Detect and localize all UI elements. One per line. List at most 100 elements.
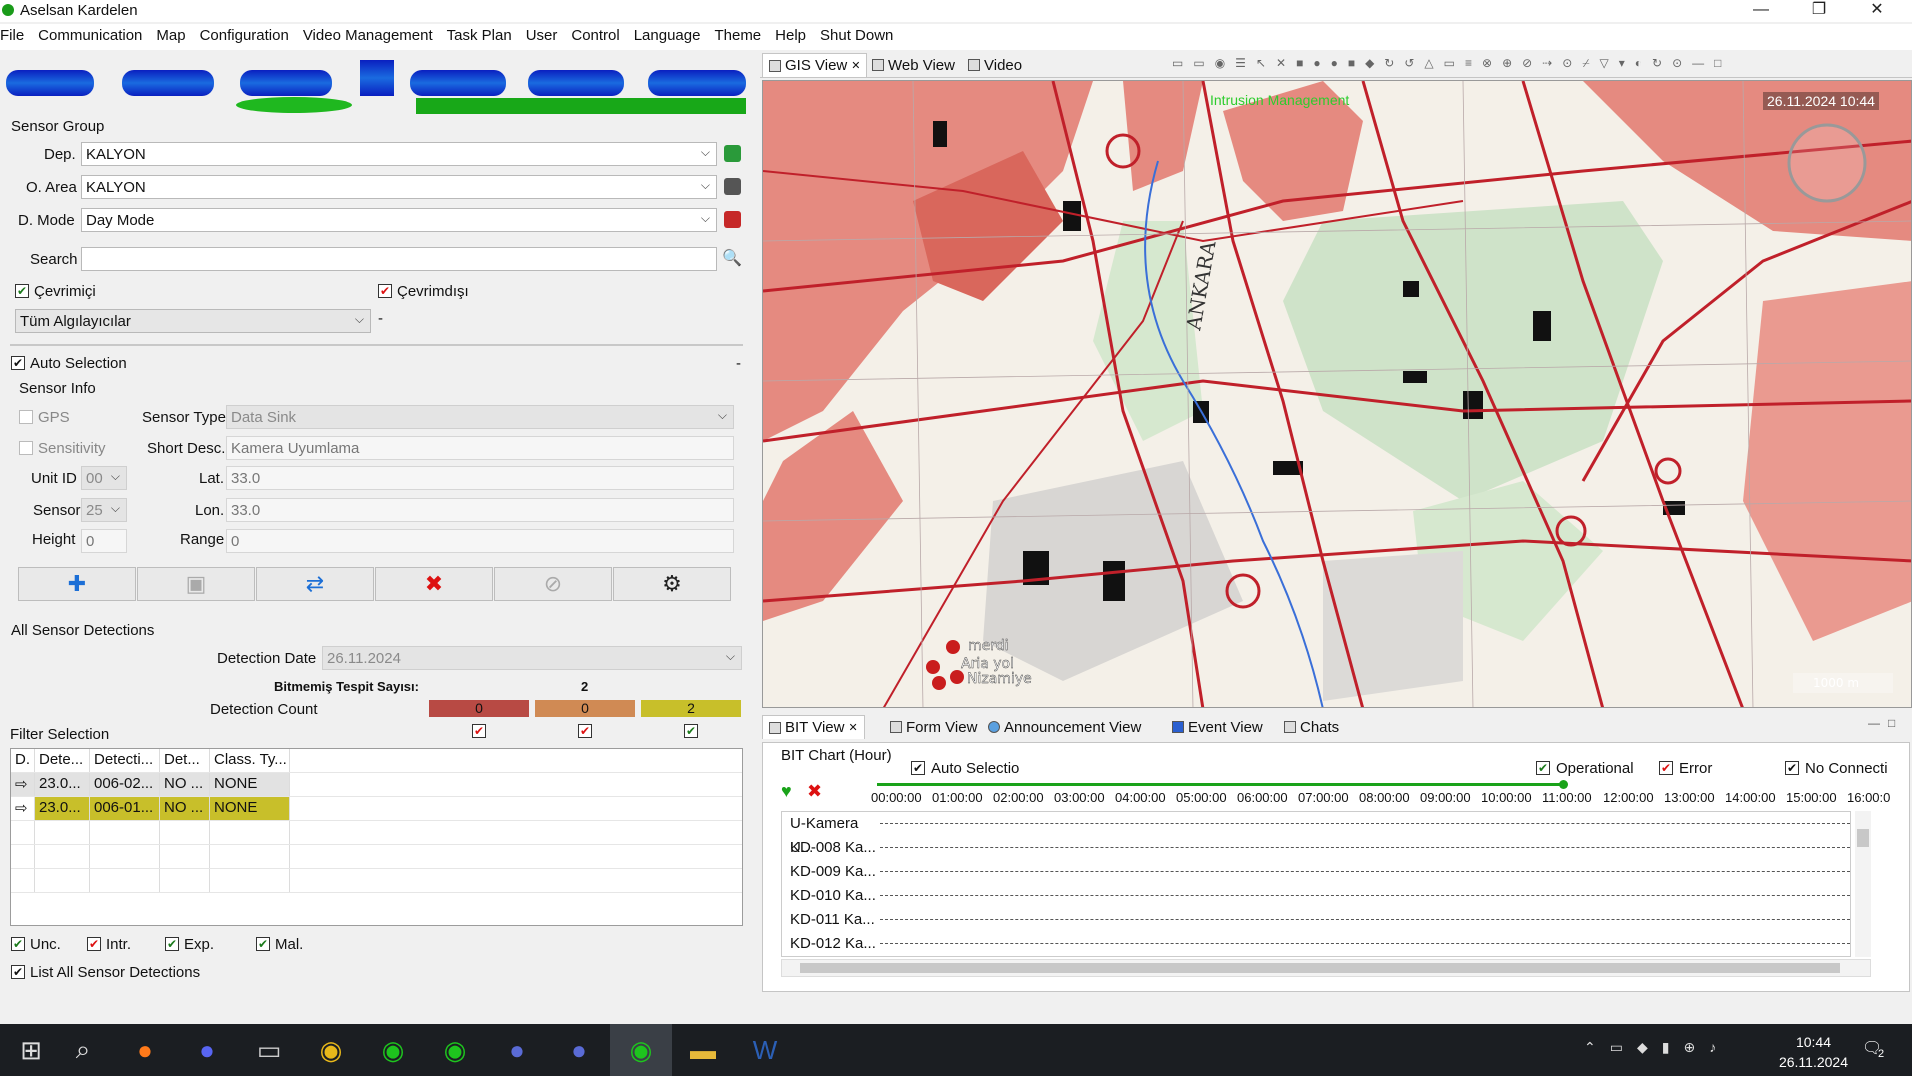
- heart-icon[interactable]: ♥: [781, 781, 801, 801]
- menu-file[interactable]: File: [0, 24, 31, 50]
- map-tool-icon[interactable]: ◆: [1365, 56, 1374, 74]
- map-tool-icon[interactable]: ⇢: [1542, 56, 1552, 74]
- timeline-marker[interactable]: [1559, 780, 1568, 789]
- sensitivity-checkbox[interactable]: [19, 441, 33, 455]
- map-tool-icon[interactable]: ↻: [1652, 56, 1662, 74]
- close-button[interactable]: ✕: [1854, 0, 1900, 22]
- maximize-icon[interactable]: □: [1888, 716, 1895, 730]
- height-field[interactable]: 0: [81, 529, 127, 553]
- table-row[interactable]: ⇨ 23.0... 006-02... NO ... NONE: [11, 773, 742, 797]
- filter-icon[interactable]: ▽: [1600, 56, 1609, 74]
- sensor-select[interactable]: 25 ⌵: [81, 498, 127, 522]
- horizontal-scrollbar[interactable]: [781, 959, 1871, 977]
- menu-shut-down[interactable]: Shut Down: [813, 24, 900, 50]
- map-tool-icon[interactable]: ⊘: [1522, 56, 1532, 74]
- online-checkbox[interactable]: ✔: [15, 284, 29, 298]
- map-tool-icon[interactable]: ≡: [1465, 56, 1472, 74]
- menu-configuration[interactable]: Configuration: [193, 24, 296, 50]
- volume-icon[interactable]: ♪: [1709, 1039, 1716, 1056]
- map-tool-icon[interactable]: ●: [1313, 56, 1320, 74]
- range-field[interactable]: 0: [226, 529, 734, 553]
- share-icon[interactable]: [724, 178, 741, 195]
- col-header[interactable]: Det...: [160, 749, 210, 772]
- menu-video-management[interactable]: Video Management: [296, 24, 440, 50]
- map-tool-icon[interactable]: ✕: [1276, 56, 1286, 74]
- tab-web-view[interactable]: Web View: [866, 53, 961, 77]
- chevron-up-icon[interactable]: ⌃: [1584, 1039, 1596, 1056]
- lat-field[interactable]: 33.0: [226, 466, 734, 490]
- tab-gis-view[interactable]: GIS View ✕: [762, 53, 868, 77]
- restore-button[interactable]: ❐: [1796, 0, 1842, 22]
- refresh-button[interactable]: ⇄: [256, 567, 374, 601]
- map-tool-icon[interactable]: ■: [1296, 56, 1303, 74]
- share-icon[interactable]: [724, 145, 741, 162]
- dmode-select[interactable]: Day Mode ⌵: [81, 208, 717, 232]
- map-tool-icon[interactable]: △: [1424, 56, 1433, 74]
- exp-checkbox[interactable]: ✔: [165, 937, 179, 951]
- kardelen-icon[interactable]: ◉: [610, 1024, 672, 1076]
- tab-bit-view[interactable]: BIT View ✕: [762, 715, 865, 739]
- no-connection-checkbox[interactable]: ✔: [1785, 761, 1799, 775]
- vertical-scrollbar[interactable]: [1855, 811, 1871, 957]
- map-tool-icon[interactable]: ■: [1348, 56, 1355, 74]
- sensor-filter-select[interactable]: Tüm Algılayıcılar ⌵: [15, 309, 371, 333]
- auto-select-checkbox[interactable]: ✔: [911, 761, 925, 775]
- tab-chats[interactable]: Chats: [1278, 715, 1345, 739]
- menu-user[interactable]: User: [519, 24, 565, 50]
- menu-map[interactable]: Map: [149, 24, 192, 50]
- map-tool-icon[interactable]: ●: [1331, 56, 1338, 74]
- discord-icon[interactable]: ●: [176, 1024, 238, 1076]
- globe-icon[interactable]: ⊕: [1683, 1039, 1695, 1056]
- menu-help[interactable]: Help: [768, 24, 813, 50]
- filter-orange-checkbox[interactable]: ✔: [578, 724, 592, 738]
- auto-selection-checkbox[interactable]: ✔: [11, 356, 25, 370]
- terminal-icon[interactable]: ▭: [238, 1024, 300, 1076]
- eclipse-icon[interactable]: ●: [548, 1024, 610, 1076]
- clock[interactable]: 10:44 26.11.2024: [1779, 1032, 1848, 1072]
- battery-icon[interactable]: ▮: [1662, 1039, 1670, 1056]
- close-icon[interactable]: ✕: [851, 59, 860, 72]
- minimize-icon[interactable]: —: [1692, 56, 1704, 74]
- map-tool-icon[interactable]: ◐: [1635, 56, 1642, 74]
- tab-form-view[interactable]: Form View: [884, 715, 983, 739]
- map-tool-icon[interactable]: ⊙: [1672, 56, 1682, 74]
- bit-row[interactable]: KD-010 Ka...: [782, 884, 1850, 908]
- app-tray-icon[interactable]: ◆: [1637, 1039, 1648, 1056]
- delete-button[interactable]: ✖: [375, 567, 493, 601]
- detection-date-select[interactable]: 26.11.2024 ⌵: [322, 646, 742, 670]
- map-tool-icon[interactable]: ▭: [1193, 56, 1204, 74]
- intr-checkbox[interactable]: ✔: [87, 937, 101, 951]
- save-button[interactable]: ▣: [137, 567, 255, 601]
- bit-row[interactable]: U-Kamera U...: [782, 812, 1850, 856]
- search-icon[interactable]: ⌕: [52, 1024, 114, 1076]
- folder-icon[interactable]: ▬: [672, 1024, 734, 1076]
- gis-map[interactable]: merdi Aria yol Nizamiye ANKARA 1000 m: [762, 80, 1912, 708]
- dep-select[interactable]: KALYON ⌵: [81, 142, 717, 166]
- chrome-icon[interactable]: ◉: [300, 1024, 362, 1076]
- menu-communication[interactable]: Communication: [31, 24, 149, 50]
- settings-button[interactable]: ⚙: [613, 567, 731, 601]
- firefox-icon[interactable]: ●: [114, 1024, 176, 1076]
- search-icon[interactable]: 🔍: [722, 248, 742, 268]
- kardelen-icon[interactable]: ◉: [424, 1024, 486, 1076]
- filter-red-checkbox[interactable]: ✔: [472, 724, 486, 738]
- col-header[interactable]: Dete...: [35, 749, 90, 772]
- add-button[interactable]: ✚: [18, 567, 136, 601]
- operational-checkbox[interactable]: ✔: [1536, 761, 1550, 775]
- menu-control[interactable]: Control: [564, 24, 626, 50]
- chevron-down-icon[interactable]: ▾: [1619, 56, 1625, 74]
- word-icon[interactable]: W: [734, 1024, 796, 1076]
- bit-row[interactable]: KD-012 Ka...: [782, 932, 1850, 956]
- search-input[interactable]: [81, 247, 717, 271]
- cancel-button[interactable]: ⊘: [494, 567, 612, 601]
- maximize-icon[interactable]: □: [1714, 56, 1721, 74]
- bit-row[interactable]: KD-011 Ka...: [782, 908, 1850, 932]
- map-tool-icon[interactable]: ⊕: [1502, 56, 1512, 74]
- lon-field[interactable]: 33.0: [226, 498, 734, 522]
- map-tool-icon[interactable]: ⊙: [1562, 56, 1572, 74]
- share-icon[interactable]: [724, 211, 741, 228]
- map-layers-icon[interactable]: ☰: [1235, 56, 1246, 74]
- filter-yellow-checkbox[interactable]: ✔: [684, 724, 698, 738]
- map-tool-icon[interactable]: ▭: [1444, 56, 1455, 74]
- bit-row[interactable]: KD-009 Ka...: [782, 860, 1850, 884]
